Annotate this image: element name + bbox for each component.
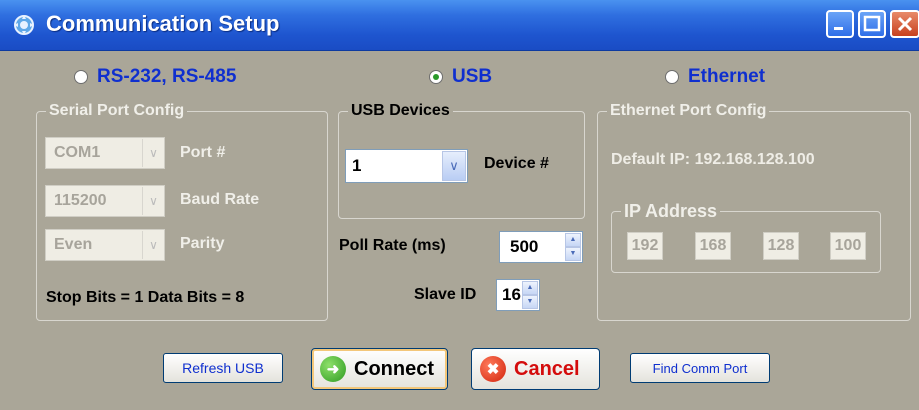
port-value: COM1 [54, 144, 101, 161]
x-circle-icon: ✖ [480, 356, 506, 382]
window-title: Communication Setup [46, 11, 280, 36]
close-icon [897, 16, 913, 32]
connect-button[interactable]: ➜ Connect [311, 348, 448, 390]
parity-select[interactable]: Even ∨ [45, 229, 165, 261]
radio-serial-label: RS-232, RS-485 [97, 66, 237, 87]
maximize-button[interactable] [858, 10, 886, 38]
title-bar[interactable]: Communication Setup [0, 0, 919, 51]
chevron-down-icon: ∨ [142, 187, 164, 215]
radio-ethernet-label: Ethernet [688, 66, 766, 87]
cancel-button[interactable]: ✖ Cancel [471, 348, 600, 390]
ip-address-group-title: IP Address [621, 201, 721, 221]
port-label: Port # [180, 144, 226, 161]
slave-id-value: 16 [502, 285, 521, 304]
radio-serial[interactable]: RS-232, RS-485 [74, 65, 236, 89]
usb-devices-group-title: USB Devices [348, 101, 453, 121]
find-comm-port-button[interactable]: Find Comm Port [630, 353, 770, 383]
serial-port-group-title: Serial Port Config [46, 101, 188, 121]
poll-rate-label: Poll Rate (ms) [339, 237, 446, 254]
spin-down-icon[interactable]: ▼ [522, 295, 538, 309]
baud-rate-label: Baud Rate [180, 191, 260, 208]
client-area: RS-232, RS-485 USB Ethernet Serial Port … [0, 51, 919, 410]
chevron-down-icon: ∨ [142, 231, 164, 259]
ip-octet-2[interactable]: 168 [695, 232, 731, 260]
connect-label: Connect [354, 357, 434, 380]
ip-octet-4[interactable]: 100 [830, 232, 866, 260]
radio-ethernet-circle[interactable] [665, 70, 679, 84]
minimize-button[interactable] [826, 10, 854, 38]
chevron-down-icon: ∨ [442, 151, 466, 181]
slave-id-spinner[interactable]: 16 ▲ ▼ [496, 279, 540, 311]
radio-usb-circle[interactable] [429, 70, 443, 84]
usb-device-value: 1 [352, 156, 362, 175]
ip-octet-1[interactable]: 192 [627, 232, 663, 260]
cancel-label: Cancel [514, 357, 580, 380]
radio-usb-label: USB [452, 66, 493, 87]
radio-serial-circle[interactable] [74, 70, 88, 84]
arrow-right-circle-icon: ➜ [320, 356, 346, 382]
app-icon [14, 15, 34, 35]
radio-ethernet[interactable]: Ethernet [665, 65, 765, 89]
radio-usb[interactable]: USB [429, 65, 492, 89]
maximize-icon [863, 15, 881, 32]
slave-id-label: Slave ID [414, 286, 477, 303]
usb-device-select[interactable]: 1 ∨ [345, 149, 468, 183]
port-select[interactable]: COM1 ∨ [45, 137, 165, 169]
communication-setup-window: Communication Setup RS-232, RS-485 USB E… [0, 0, 919, 410]
spin-up-icon[interactable]: ▲ [522, 281, 538, 295]
poll-rate-spinner[interactable]: 500 ▲ ▼ [499, 231, 583, 263]
parity-value: Even [54, 236, 93, 253]
minimize-icon [834, 27, 843, 30]
baud-rate-value: 115200 [54, 192, 107, 209]
parity-label: Parity [180, 235, 225, 252]
bits-info: Stop Bits = 1 Data Bits = 8 [46, 289, 245, 306]
baud-rate-select[interactable]: 115200 ∨ [45, 185, 165, 217]
spin-up-icon[interactable]: ▲ [565, 233, 581, 247]
ethernet-port-group-title: Ethernet Port Config [607, 101, 770, 121]
spin-down-icon[interactable]: ▼ [565, 247, 581, 261]
default-ip-text: Default IP: 192.168.128.100 [611, 151, 815, 168]
chevron-down-icon: ∨ [142, 139, 164, 167]
poll-rate-value: 500 [510, 237, 539, 256]
find-comm-port-label: Find Comm Port [652, 360, 748, 376]
ip-octet-3[interactable]: 128 [763, 232, 799, 260]
close-button[interactable] [890, 10, 919, 38]
usb-device-label: Device # [484, 155, 549, 172]
refresh-usb-label: Refresh USB [182, 360, 264, 376]
refresh-usb-button[interactable]: Refresh USB [163, 353, 283, 383]
